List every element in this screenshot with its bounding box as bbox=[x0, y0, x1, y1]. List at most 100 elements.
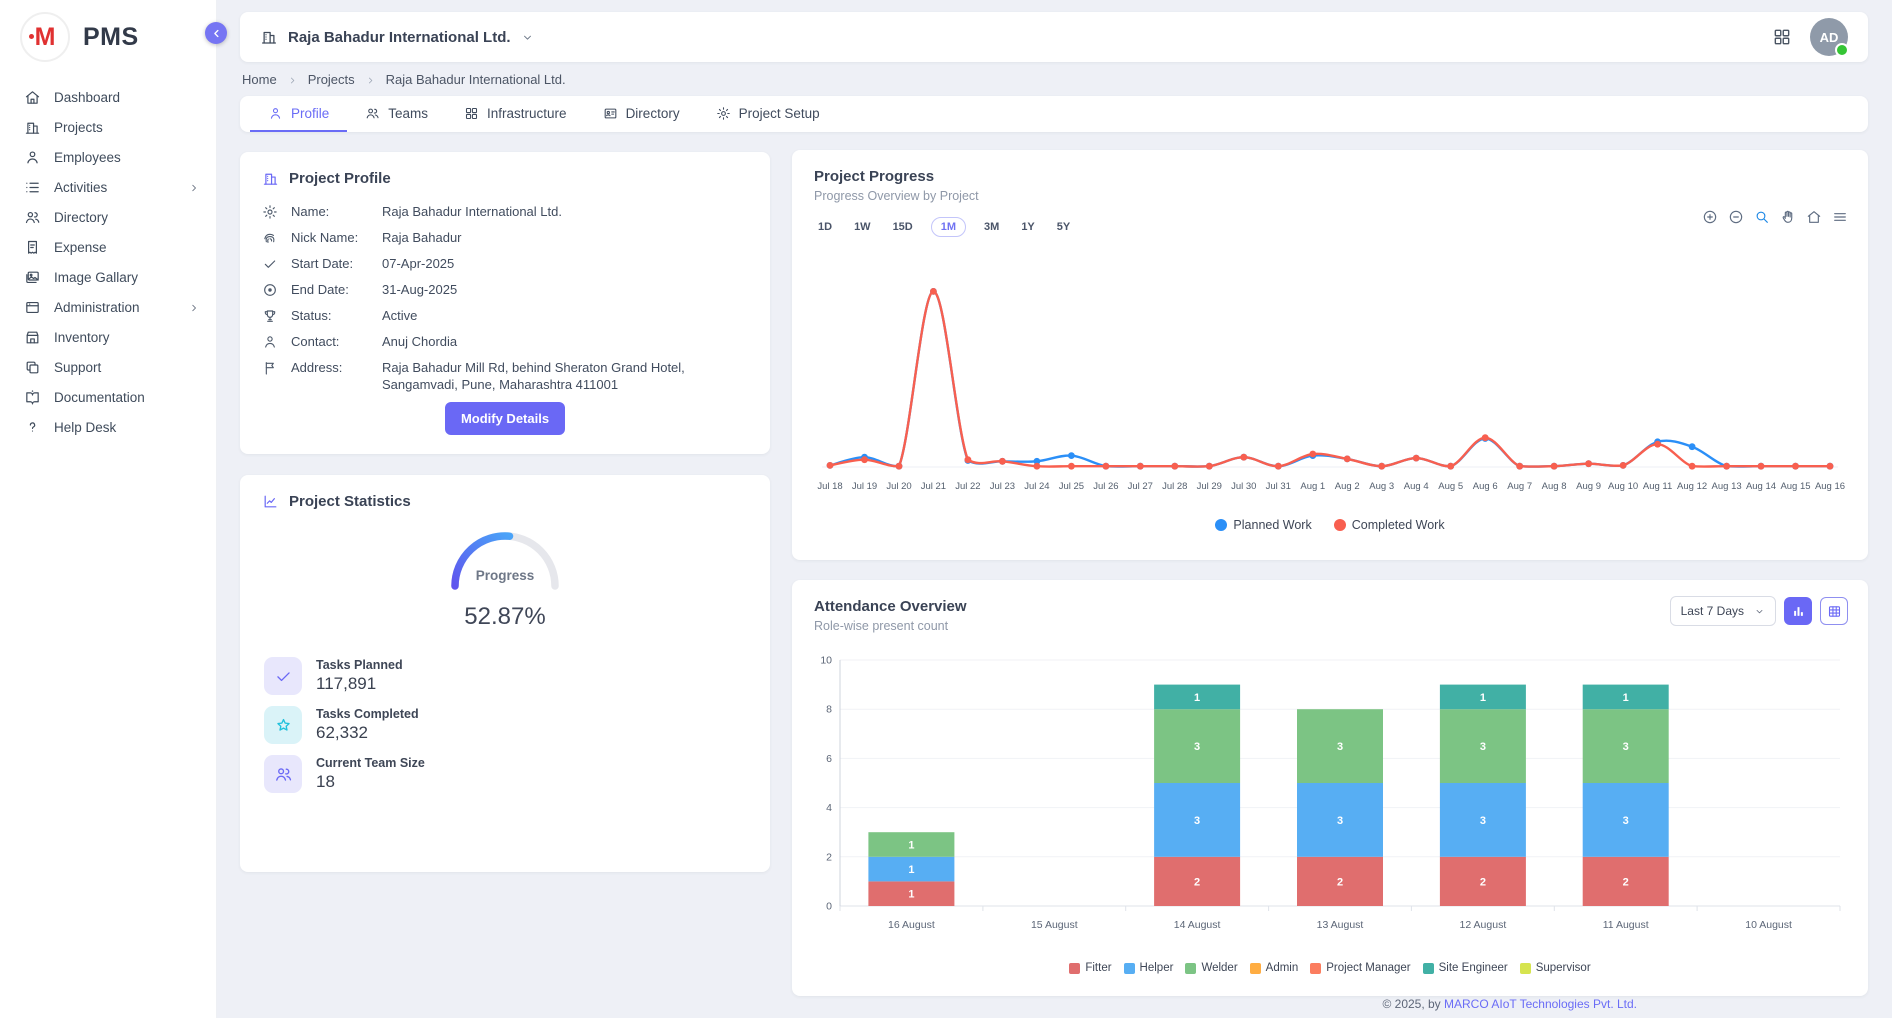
statistics-card-title: Project Statistics bbox=[240, 475, 770, 510]
svg-text:Aug 9: Aug 9 bbox=[1576, 481, 1601, 492]
sidebar-item-help-desk[interactable]: Help Desk bbox=[0, 412, 216, 442]
progress-gauge-arc: Progress bbox=[420, 524, 590, 594]
gear-icon bbox=[262, 204, 278, 220]
range-1m-button[interactable]: 1M bbox=[931, 217, 966, 237]
zoom-in-button[interactable] bbox=[1702, 208, 1718, 226]
legend-helper[interactable]: Helper bbox=[1124, 962, 1174, 974]
reset-zoom-button[interactable] bbox=[1806, 208, 1822, 226]
days-filter-select[interactable]: Last 7 Days bbox=[1670, 596, 1776, 626]
sidebar-item-inventory[interactable]: Inventory bbox=[0, 322, 216, 352]
top-header: Raja Bahadur International Ltd. AD bbox=[240, 12, 1868, 62]
sidebar-item-activities[interactable]: Activities bbox=[0, 172, 216, 202]
grid-apps-icon bbox=[1772, 27, 1792, 47]
employees-icon bbox=[24, 149, 41, 166]
sidebar-item-administration[interactable]: Administration bbox=[0, 292, 216, 322]
project-selector[interactable]: Raja Bahadur International Ltd. bbox=[260, 28, 534, 46]
gallery-icon bbox=[24, 269, 41, 286]
progress-gauge: Progress 52.87% bbox=[240, 524, 770, 631]
tab-project-setup[interactable]: Project Setup bbox=[698, 96, 838, 132]
chart-view-toggle[interactable] bbox=[1784, 597, 1812, 625]
svg-text:3: 3 bbox=[1480, 815, 1486, 827]
app-logo[interactable]: M PMS bbox=[0, 0, 216, 62]
modify-details-button[interactable]: Modify Details bbox=[445, 402, 565, 435]
breadcrumb-item-projects[interactable]: Projects bbox=[308, 72, 355, 87]
svg-text:Jul 25: Jul 25 bbox=[1059, 481, 1084, 492]
svg-text:15 August: 15 August bbox=[1031, 919, 1078, 931]
legend-supervisor[interactable]: Supervisor bbox=[1520, 962, 1591, 974]
range-15d-button[interactable]: 15D bbox=[889, 218, 917, 236]
sidebar-item-employees[interactable]: Employees bbox=[0, 142, 216, 172]
project-statistics-card: Project Statistics Progress 52.87% Tasks… bbox=[240, 475, 770, 872]
breadcrumb-separator bbox=[365, 72, 376, 87]
svg-text:Aug 13: Aug 13 bbox=[1712, 481, 1742, 492]
svg-text:14 August: 14 August bbox=[1174, 919, 1221, 931]
fingerprint-icon bbox=[262, 230, 278, 246]
stat-icon-tile bbox=[264, 755, 302, 793]
sidebar-item-projects[interactable]: Projects bbox=[0, 112, 216, 142]
profile-field-contact: Contact:Anuj Chordia bbox=[262, 333, 748, 350]
apps-grid-button[interactable] bbox=[1772, 27, 1792, 47]
pan-button[interactable] bbox=[1780, 208, 1796, 226]
svg-text:3: 3 bbox=[1337, 815, 1343, 827]
project-progress-card: Project Progress Progress Overview by Pr… bbox=[792, 150, 1868, 560]
legend-welder[interactable]: Welder bbox=[1185, 962, 1237, 974]
legend-planned-work[interactable]: Planned Work bbox=[1215, 518, 1311, 532]
legend-completed-work[interactable]: Completed Work bbox=[1334, 518, 1445, 532]
sidebar-item-image-gallary[interactable]: Image Gallary bbox=[0, 262, 216, 292]
home-icon bbox=[24, 89, 41, 106]
zoom-out-icon bbox=[1728, 209, 1744, 225]
footer-company-link[interactable]: MARCO AIoT Technologies Pvt. Ltd. bbox=[1444, 997, 1637, 1011]
sidebar-item-label: Directory bbox=[54, 210, 108, 225]
range-5y-button[interactable]: 5Y bbox=[1053, 218, 1074, 236]
menu-button[interactable] bbox=[1832, 208, 1848, 226]
sidebar-item-expense[interactable]: Expense bbox=[0, 232, 216, 262]
legend-site-engineer[interactable]: Site Engineer bbox=[1423, 962, 1508, 974]
main-area: Raja Bahadur International Ltd. AD Home P… bbox=[216, 0, 1892, 1018]
tab-label: Directory bbox=[626, 106, 680, 121]
online-status-dot bbox=[1835, 43, 1849, 57]
zoom-out-button[interactable] bbox=[1728, 208, 1744, 226]
range-1y-button[interactable]: 1Y bbox=[1017, 218, 1038, 236]
sidebar-item-dashboard[interactable]: Dashboard bbox=[0, 82, 216, 112]
tab-directory[interactable]: Directory bbox=[585, 96, 698, 132]
range-1w-button[interactable]: 1W bbox=[850, 218, 875, 236]
table-icon bbox=[1827, 604, 1842, 619]
svg-text:Jul 26: Jul 26 bbox=[1093, 481, 1118, 492]
legend-fitter[interactable]: Fitter bbox=[1069, 962, 1111, 974]
sidebar-item-documentation[interactable]: Documentation bbox=[0, 382, 216, 412]
legend-admin[interactable]: Admin bbox=[1250, 962, 1299, 974]
directory-icon bbox=[365, 106, 380, 121]
svg-text:Jul 22: Jul 22 bbox=[955, 481, 980, 492]
menu-icon bbox=[1832, 209, 1848, 225]
sidebar-item-directory[interactable]: Directory bbox=[0, 202, 216, 232]
sidebar-item-label: Inventory bbox=[54, 330, 110, 345]
tab-teams[interactable]: Teams bbox=[347, 96, 446, 132]
svg-text:2: 2 bbox=[826, 851, 832, 863]
profile-field-start-date: Start Date:07-Apr-2025 bbox=[262, 255, 748, 272]
help-icon bbox=[24, 419, 41, 436]
tab-profile[interactable]: Profile bbox=[250, 96, 347, 132]
svg-text:12 August: 12 August bbox=[1460, 919, 1507, 931]
sidebar-item-label: Documentation bbox=[54, 390, 145, 405]
zoom-in-icon bbox=[1702, 209, 1718, 225]
breadcrumb: HomeProjectsRaja Bahadur International L… bbox=[242, 72, 566, 87]
attendance-chart-legend: Fitter Helper Welder Admin Project Manager Si… bbox=[792, 962, 1868, 974]
legend-project-manager[interactable]: Project Manager bbox=[1310, 962, 1410, 974]
footer: © 2025, by MARCO AIoT Technologies Pvt. … bbox=[1382, 997, 1637, 1011]
range-3m-button[interactable]: 3M bbox=[980, 218, 1003, 236]
table-view-toggle[interactable] bbox=[1820, 597, 1848, 625]
svg-text:2: 2 bbox=[1623, 876, 1629, 888]
sidebar-collapse-button[interactable] bbox=[205, 22, 227, 44]
range-1d-button[interactable]: 1D bbox=[814, 218, 836, 236]
svg-text:Aug 15: Aug 15 bbox=[1780, 481, 1810, 492]
check-icon bbox=[262, 256, 278, 272]
svg-text:1: 1 bbox=[908, 864, 914, 876]
tab-infrastructure[interactable]: Infrastructure bbox=[446, 96, 585, 132]
breadcrumb-item-home[interactable]: Home bbox=[242, 72, 277, 87]
circle-dot-icon bbox=[262, 282, 278, 298]
support-icon bbox=[24, 359, 41, 376]
sidebar-item-support[interactable]: Support bbox=[0, 352, 216, 382]
avatar[interactable]: AD bbox=[1810, 18, 1848, 56]
sidebar-item-label: Activities bbox=[54, 180, 107, 195]
selection-zoom-button[interactable] bbox=[1754, 208, 1770, 226]
